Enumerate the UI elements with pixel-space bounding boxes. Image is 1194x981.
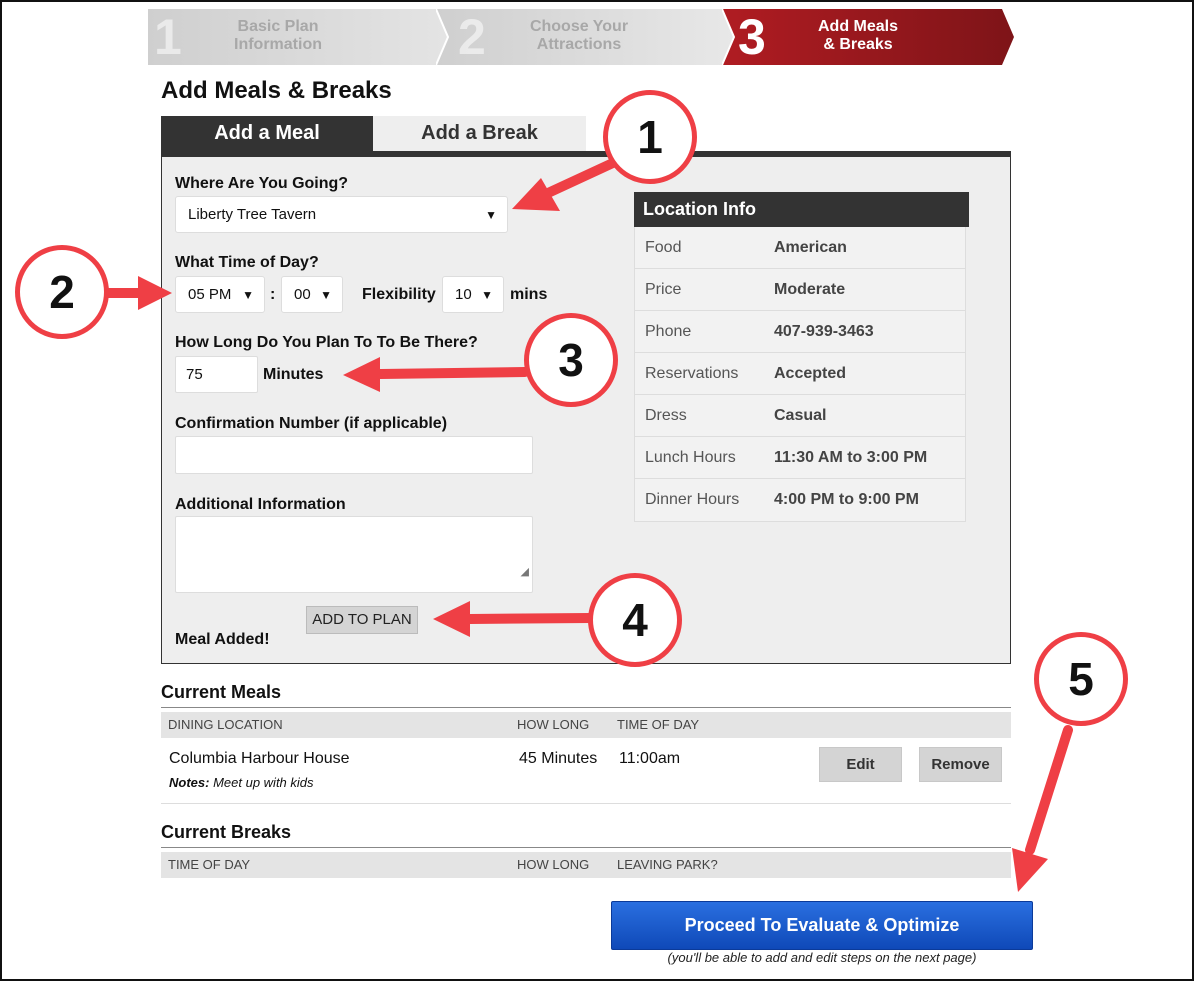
callout-1: 1 xyxy=(603,90,697,184)
callout-3: 3 xyxy=(524,313,618,407)
callout-2: 2 xyxy=(15,245,109,339)
annotation-arrows xyxy=(103,157,1073,892)
callout-5: 5 xyxy=(1034,632,1128,726)
callout-4: 4 xyxy=(588,573,682,667)
